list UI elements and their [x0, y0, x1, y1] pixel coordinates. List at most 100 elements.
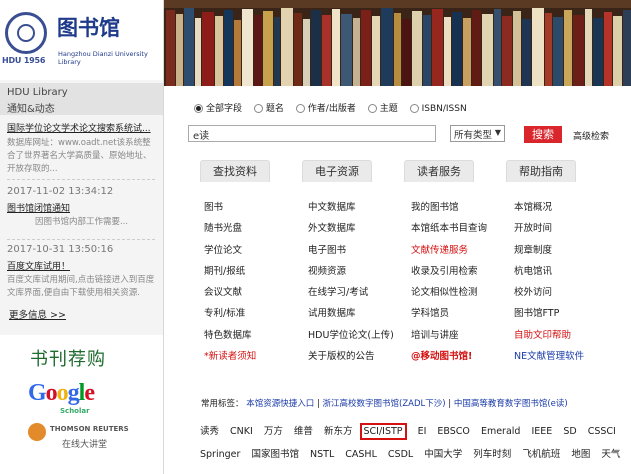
news-link[interactable]: 百度文库试用！ [7, 259, 155, 272]
common-tags-line: 常用标签： 本馆资源快捷入口 | 浙江高校数字图书馆(ZADL下沙) | 中国高… [201, 397, 568, 409]
nav-link[interactable]: 专利/标准 [204, 305, 256, 326]
nav-link[interactable]: 本馆纸本书目查询 [411, 220, 487, 241]
nav-column-services: 我的图书馆 本馆纸本书目查询 文献传递服务 收录及引用检索 论文相似性检测 学科… [411, 199, 487, 369]
chevron-down-icon: ▼ [494, 128, 501, 137]
search-input[interactable]: e读 [188, 125, 436, 142]
type-select-value: 所有类型 [454, 130, 493, 141]
radio-author[interactable]: 作者/出版者 [295, 101, 356, 114]
tag-link[interactable]: 中国大学 [424, 446, 462, 460]
tag-link[interactable]: CASHL [345, 449, 377, 460]
nav-link[interactable]: *新读者须知 [204, 348, 256, 369]
news-item: 2017-10-31 13:50:16 百度文库试用！ 百度文库试用期间,点击链… [7, 244, 155, 300]
zadl-link[interactable]: 浙江高校数字图书馆(ZADL下沙) [323, 399, 446, 409]
news-item: 国际学位论文学术论文搜索系统试... 数据库网址：www.oadt.net该系统… [7, 121, 155, 176]
nav-link[interactable]: 关于版权的公告 [308, 348, 394, 369]
nav-link[interactable]: 会议文献 [204, 284, 256, 305]
nav-link[interactable]: 论文相似性检测 [411, 284, 487, 305]
nav-link[interactable]: 在线学习/考试 [308, 284, 394, 305]
calis-link[interactable]: 中国高等教育数字图书馆(e读) [454, 399, 568, 409]
radio-unchecked-icon [367, 104, 377, 113]
tag-link[interactable]: NSTL [310, 449, 334, 460]
tag-link[interactable]: 地图 [571, 446, 590, 460]
radio-title[interactable]: 题名 [253, 101, 284, 114]
tab-find-materials[interactable]: 查找资料 [200, 160, 270, 182]
nav-column-help: 本馆概况 开放时间 规章制度 杭电馆讯 校外访问 图书馆FTP 自助文印帮助 N… [514, 199, 584, 369]
quick-entry-link[interactable]: 本馆资源快捷入口 [246, 399, 314, 409]
tag-row: 读秀 CNKI 万方 维普 新东方 SCI/ISTP EI EBSCO Emer… [200, 423, 624, 440]
tag-link-highlighted[interactable]: SCI/ISTP [359, 423, 407, 440]
nav-column-find: 图书 随书光盘 学位论文 期刊/报纸 会议文献 专利/标准 特色数据库 *新读者… [204, 199, 256, 369]
nav-link[interactable]: NE文献管理软件 [514, 348, 584, 369]
radio-isbn[interactable]: ISBN/ISSN [409, 104, 467, 114]
tag-link[interactable]: 飞机航班 [522, 446, 560, 460]
tag-link[interactable]: IEEE [531, 426, 552, 437]
tag-link[interactable]: CNKI [230, 426, 253, 437]
tag-link[interactable]: 国家图书馆 [251, 446, 299, 460]
radio-subject[interactable]: 主题 [367, 101, 398, 114]
library-logo[interactable]: HDU 1956 图书馆 Hangzhou Dianzi University … [0, 0, 163, 80]
nav-link[interactable]: 图书馆FTP [514, 305, 584, 326]
tag-link[interactable]: 维普 [294, 423, 313, 437]
nav-link[interactable]: 培训与讲座 [411, 327, 487, 348]
news-link[interactable]: 图书馆闭馆通知 [7, 201, 155, 214]
bookshelf-banner-image [164, 0, 631, 86]
google-scholar-logo[interactable]: Google [28, 380, 95, 407]
type-select[interactable]: 所有类型 ▼ [450, 125, 505, 142]
news-item: 2017-11-02 13:34:12 图书馆闭馆通知 因图书馆内部工作需要..… [7, 186, 155, 229]
left-panel: HDU 1956 图书馆 Hangzhou Dianzi University … [0, 0, 164, 474]
nav-column-eresources: 中文数据库 外文数据库 电子图书 视频资源 在线学习/考试 试用数据库 HDU学… [308, 199, 394, 369]
radio-unchecked-icon [253, 104, 263, 113]
more-info-link[interactable]: 更多信息 >> [9, 307, 66, 321]
nav-link[interactable]: 中文数据库 [308, 199, 394, 220]
tag-link[interactable]: SD [563, 426, 576, 437]
nav-link[interactable]: 学科馆员 [411, 305, 487, 326]
nav-link[interactable]: 图书 [204, 199, 256, 220]
tag-link[interactable]: Emerald [481, 426, 521, 437]
tag-link[interactable]: 天气 [601, 446, 620, 460]
radio-all-fields[interactable]: 全部字段 [194, 101, 242, 114]
news-header: HDU Library 通知&动态 [0, 83, 163, 115]
tag-link[interactable]: 万方 [264, 423, 283, 437]
nav-link[interactable]: 规章制度 [514, 242, 584, 263]
library-subtitle: Hangzhou Dianzi University Library [58, 50, 148, 66]
nav-link[interactable]: 视频资源 [308, 263, 394, 284]
nav-link[interactable]: 特色数据库 [204, 327, 256, 348]
tab-help-guide[interactable]: 帮助指南 [506, 160, 576, 182]
news-date: 2017-10-31 13:50:16 [7, 244, 114, 255]
nav-link[interactable]: 我的图书馆 [411, 199, 487, 220]
tag-link[interactable]: 新东方 [324, 423, 353, 437]
nav-link[interactable]: 校外访问 [514, 284, 584, 305]
tag-link[interactable]: CSSCI [588, 426, 616, 437]
tab-reader-services[interactable]: 读者服务 [404, 160, 474, 182]
thomson-reuters-label[interactable]: THOMSON REUTERS [50, 425, 129, 433]
news-heading-en: HDU Library [7, 87, 68, 98]
tag-link[interactable]: 列车时刻 [473, 446, 511, 460]
nav-link[interactable]: 随书光盘 [204, 220, 256, 241]
nav-link[interactable]: 电子图书 [308, 242, 394, 263]
advanced-search-link[interactable]: 高级检索 [573, 129, 609, 142]
tag-link[interactable]: 读秀 [200, 423, 219, 437]
search-button[interactable]: 搜索 [524, 126, 562, 143]
nav-link[interactable]: 本馆概况 [514, 199, 584, 220]
radio-unchecked-icon [409, 104, 419, 113]
university-seal-icon [5, 12, 47, 54]
tag-link[interactable]: Springer [200, 449, 240, 460]
tag-link[interactable]: CSDL [388, 449, 413, 460]
nav-link[interactable]: 文献传递服务 [411, 242, 487, 263]
nav-link[interactable]: 学位论文 [204, 242, 256, 263]
book-recommend-link[interactable]: 书刊荐购 [30, 345, 106, 371]
nav-link[interactable]: 自助文印帮助 [514, 327, 584, 348]
nav-link[interactable]: 期刊/报纸 [204, 263, 256, 284]
nav-link[interactable]: 杭电馆讯 [514, 263, 584, 284]
tag-link[interactable]: EBSCO [437, 426, 470, 437]
nav-link[interactable]: 试用数据库 [308, 305, 394, 326]
tab-e-resources[interactable]: 电子资源 [302, 160, 372, 182]
nav-link[interactable]: @移动图书馆! [411, 348, 487, 369]
nav-link[interactable]: 收录及引用检索 [411, 263, 487, 284]
tag-link[interactable]: EI [418, 426, 427, 437]
news-desc: 因图书馆内部工作需要... [35, 217, 129, 227]
news-link[interactable]: 国际学位论文学术论文搜索系统试... [7, 121, 155, 134]
nav-link[interactable]: HDU学位论文(上传) [308, 327, 394, 348]
nav-link[interactable]: 开放时间 [514, 220, 584, 241]
nav-link[interactable]: 外文数据库 [308, 220, 394, 241]
